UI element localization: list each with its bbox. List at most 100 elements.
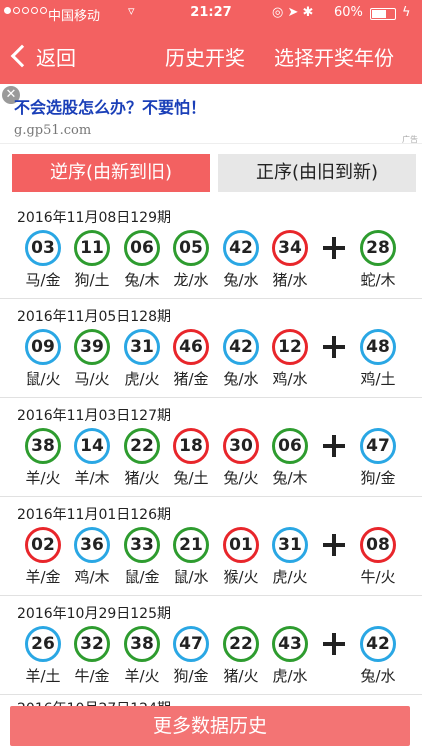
ball-number: 05	[173, 230, 209, 266]
ball-item: 36 鸡/木	[70, 527, 114, 587]
ball-item: 06 兔/木	[120, 230, 164, 290]
record-date: 2016年11月03日127期	[17, 408, 171, 424]
ball-number: 42	[360, 626, 396, 662]
special-ball-item: 08 牛/火	[356, 527, 400, 587]
ball-zodiac-label: 羊/火	[124, 667, 160, 685]
ball-item: 39 马/火	[70, 329, 114, 389]
ball-item: 09 鼠/火	[21, 329, 65, 389]
charging-icon: ϟ	[402, 5, 411, 20]
draw-record: 2016年11月08日129期 03 马/金 11 狗/土 06 兔/木 05 龙/水 42 兔/水…	[0, 200, 422, 299]
plus-icon	[320, 230, 348, 266]
ball-zodiac-label: 鼠/金	[124, 568, 160, 586]
ball-item: 38 羊/火	[21, 428, 65, 488]
ball-number: 01	[223, 527, 259, 563]
ball-number: 02	[25, 527, 61, 563]
location-bluetooth-icons: ◎ ➤ ✱	[272, 5, 314, 20]
plus-icon	[320, 527, 348, 563]
ball-number: 31	[124, 329, 160, 365]
tab-desc-order[interactable]: 逆序(由新到旧)	[12, 154, 210, 192]
ball-zodiac-label: 兔/水	[360, 667, 396, 685]
ball-zodiac-label: 虎/火	[124, 370, 160, 388]
ball-number: 38	[124, 626, 160, 662]
ball-item: 43 虎/水	[268, 626, 312, 686]
ball-item: 11 狗/土	[70, 230, 114, 290]
ball-zodiac-label: 狗/土	[74, 271, 110, 289]
ball-number: 08	[360, 527, 396, 563]
ball-number: 46	[173, 329, 209, 365]
record-date: 2016年11月08日129期	[17, 210, 171, 226]
draw-record: 2016年11月05日128期 09 鼠/火 39 马/火 31 虎/火 46 猪/金 42 兔/水…	[0, 299, 422, 398]
nav-bar: 返回 历史开奖 选择开奖年份	[0, 28, 422, 84]
ball-number: 18	[173, 428, 209, 464]
ball-item: 02 羊/金	[21, 527, 65, 587]
ad-banner[interactable]: ✕ 不会选股怎么办？不要怕！ g.gp51.com 广告	[0, 84, 422, 144]
ball-number: 22	[124, 428, 160, 464]
draw-record: 2016年10月29日125期 26 羊/土 32 牛/金 38 羊/火 47 狗/金 22 猪/火…	[0, 596, 422, 695]
ball-item: 38 羊/火	[120, 626, 164, 686]
draw-records-list: 2016年11月08日129期 03 马/金 11 狗/土 06 兔/木 05 龙/水 42 兔/水…	[0, 200, 422, 695]
record-date: 2016年11月05日128期	[17, 309, 171, 325]
tab-asc-order[interactable]: 正序(由旧到新)	[218, 154, 416, 192]
ball-zodiac-label: 羊/金	[25, 568, 61, 586]
ball-item: 21 鼠/水	[169, 527, 213, 587]
ball-number: 36	[74, 527, 110, 563]
ball-zodiac-label: 鸡/木	[74, 568, 110, 586]
back-button[interactable]: 返回	[8, 40, 76, 72]
ball-zodiac-label: 羊/火	[25, 469, 61, 487]
ball-zodiac-label: 猪/水	[272, 271, 308, 289]
ball-number: 30	[223, 428, 259, 464]
special-ball-item: 47 狗/金	[356, 428, 400, 488]
ball-item: 33 鼠/金	[120, 527, 164, 587]
ball-number: 06	[124, 230, 160, 266]
ball-item: 14 羊/木	[70, 428, 114, 488]
ball-item: 46 猪/金	[169, 329, 213, 389]
ball-number: 48	[360, 329, 396, 365]
ball-zodiac-label: 猪/金	[173, 370, 209, 388]
ball-item: 01 猴/火	[219, 527, 263, 587]
ball-zodiac-label: 龙/水	[173, 271, 209, 289]
ball-number: 43	[272, 626, 308, 662]
chevron-left-icon	[10, 44, 34, 68]
select-year-button[interactable]: 选择开奖年份	[274, 42, 394, 71]
ball-number: 22	[223, 626, 259, 662]
more-history-button[interactable]: 更多数据历史	[10, 706, 410, 746]
ball-item: 22 猪/火	[219, 626, 263, 686]
ball-number: 33	[124, 527, 160, 563]
ball-zodiac-label: 牛/火	[360, 568, 396, 586]
ball-item: 26 羊/土	[21, 626, 65, 686]
plus-icon	[320, 329, 348, 365]
draw-record: 2016年11月01日126期 02 羊/金 36 鸡/木 33 鼠/金 21 鼠/水 01 猴/火…	[0, 497, 422, 596]
ball-zodiac-label: 猪/火	[223, 667, 259, 685]
ball-zodiac-label: 狗/金	[173, 667, 209, 685]
ball-item: 06 兔/木	[268, 428, 312, 488]
ball-zodiac-label: 兔/木	[272, 469, 308, 487]
ball-number: 39	[74, 329, 110, 365]
ball-item: 03 马/金	[21, 230, 65, 290]
ball-number: 11	[74, 230, 110, 266]
ball-zodiac-label: 虎/火	[272, 568, 308, 586]
ball-zodiac-label: 蛇/木	[360, 271, 396, 289]
ball-item: 32 牛/金	[70, 626, 114, 686]
special-ball-item: 48 鸡/土	[356, 329, 400, 389]
record-date: 2016年10月29日125期	[17, 606, 171, 622]
ball-item: 31 虎/火	[120, 329, 164, 389]
ball-item: 42 兔/水	[219, 230, 263, 290]
ball-number: 28	[360, 230, 396, 266]
ball-zodiac-label: 兔/水	[223, 271, 259, 289]
ball-zodiac-label: 鸡/水	[272, 370, 308, 388]
ball-number: 47	[173, 626, 209, 662]
record-date: 2016年11月01日126期	[17, 507, 171, 523]
special-ball-item: 42 兔/水	[356, 626, 400, 686]
ball-item: 34 猪/水	[268, 230, 312, 290]
ball-zodiac-label: 羊/木	[74, 469, 110, 487]
ball-item: 31 虎/火	[268, 527, 312, 587]
ball-number: 31	[272, 527, 308, 563]
battery-percentage: 60%	[334, 5, 363, 20]
back-label: 返回	[36, 45, 76, 70]
ball-item: 30 兔/火	[219, 428, 263, 488]
ball-zodiac-label: 鸡/土	[360, 370, 396, 388]
ball-item: 47 狗/金	[169, 626, 213, 686]
ball-number: 38	[25, 428, 61, 464]
ball-number: 12	[272, 329, 308, 365]
ball-number: 26	[25, 626, 61, 662]
